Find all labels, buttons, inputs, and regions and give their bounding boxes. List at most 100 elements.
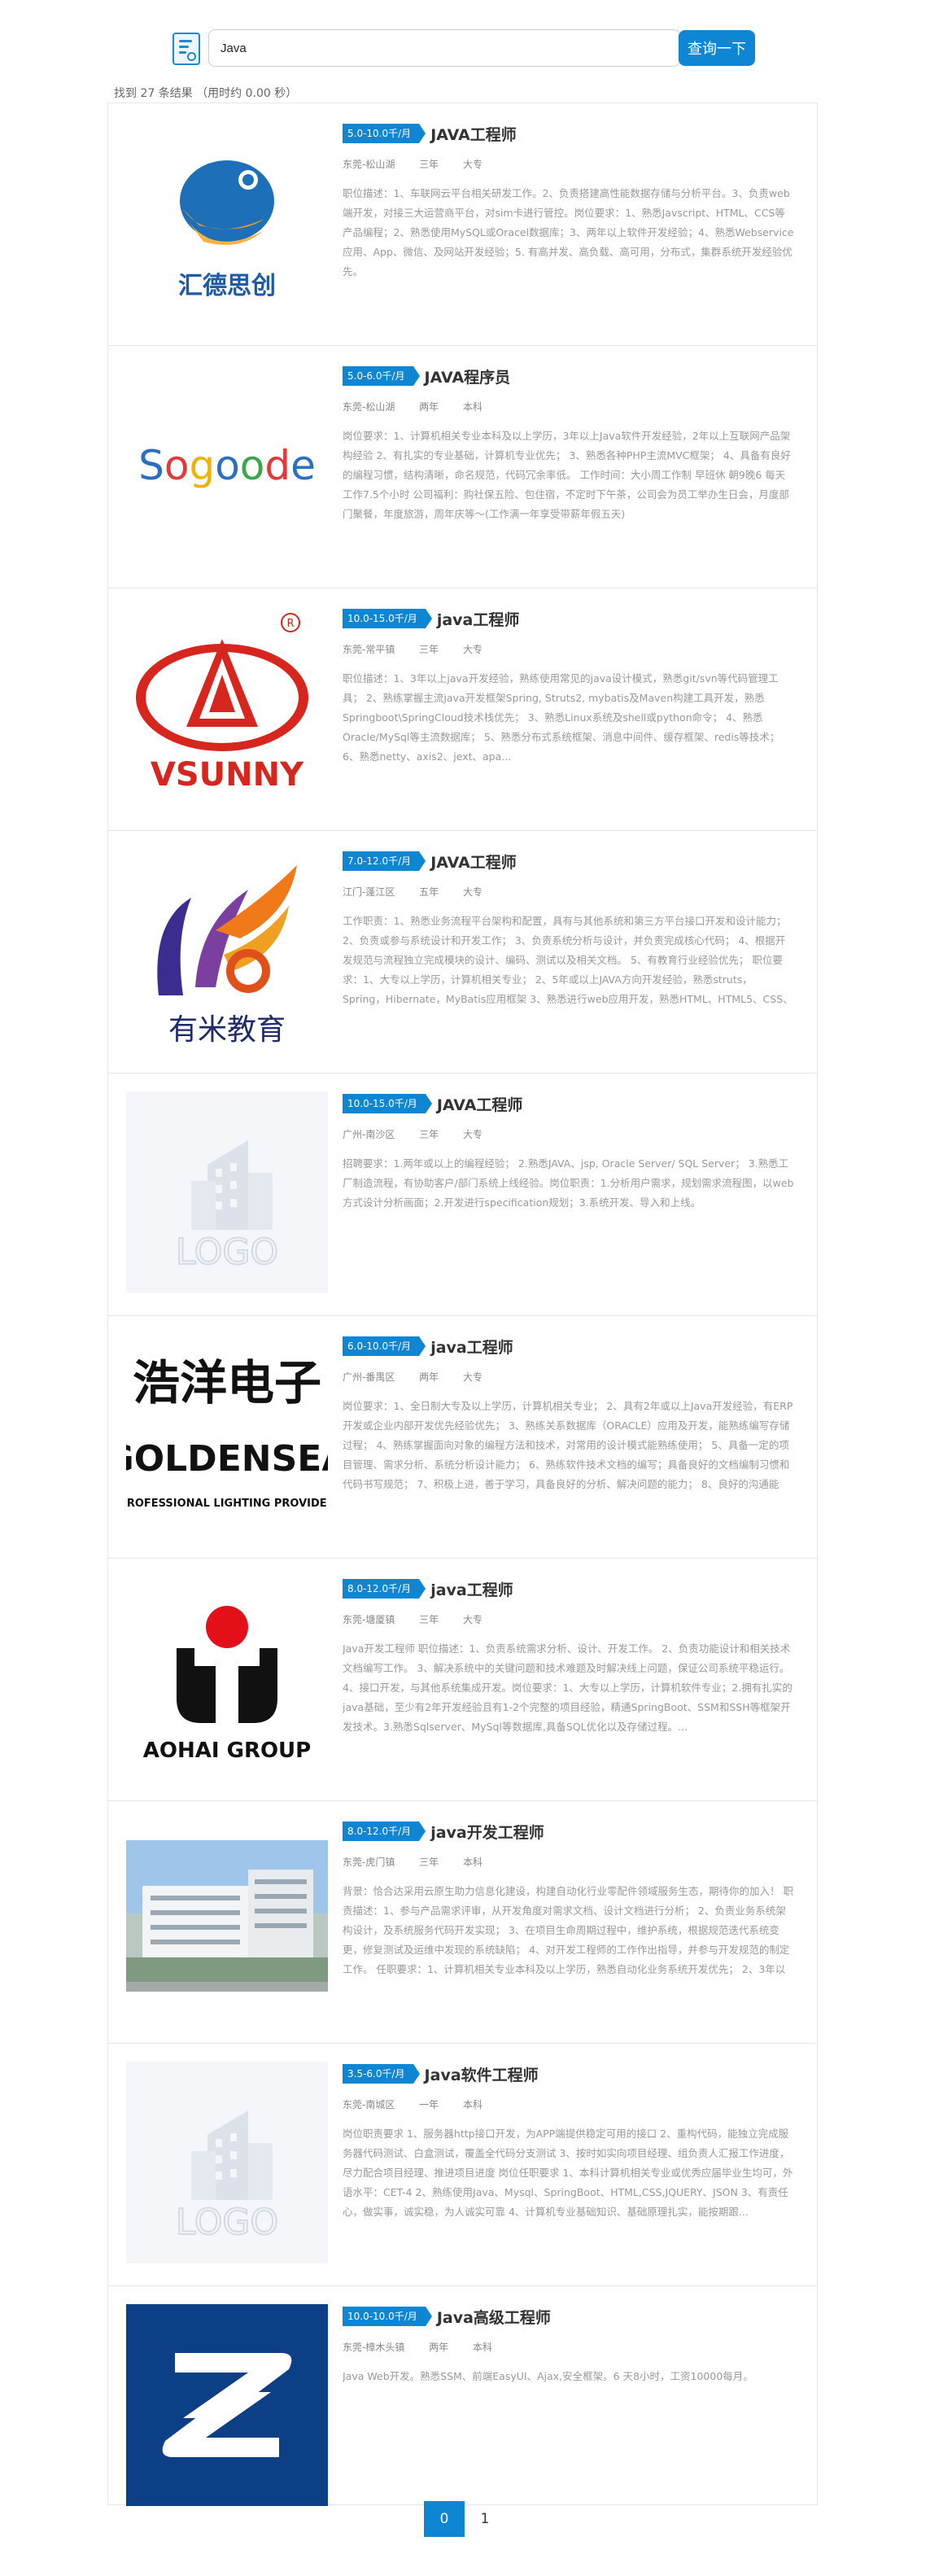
job-location: 东莞-松山湖 [343,401,395,413]
svg-text:浩洋电子: 浩洋电子 [133,1355,321,1410]
job-meta: 江门-蓬江区 五年 大专 [343,885,795,899]
page-button-current[interactable]: 0 [424,2501,465,2537]
job-education: 大专 [463,1371,483,1383]
job-info: 8.0-12.0千/月 java开发工程师 东莞-虎门镇 三年 本科 背景：恰合… [343,1819,795,1979]
job-description: 职位描述：1、3年以上java开发经验，熟练使用常见的java设计模式，熟悉gi… [343,672,780,763]
job-info: 5.0-6.0千/月 JAVA程序员 东莞-松山湖 两年 本科 岗位要求：1、计… [343,364,795,524]
job-education: 大专 [463,644,483,655]
company-logo[interactable]: 汇德思创 [126,121,328,323]
job-title[interactable]: java工程师 [437,608,520,630]
job-education: 大专 [463,1129,483,1140]
page-button-next[interactable]: 1 [465,2501,505,2537]
job-experience: 两年 [419,1371,439,1383]
job-item[interactable]: R VSUNNY 10.0-15.0千/月 java工程师 东莞-常平镇 三年 … [108,588,817,831]
job-education: 大专 [463,159,483,170]
placeholder-logo-text: LOGO [176,2202,278,2243]
job-education: 本科 [473,2342,493,2353]
job-meta: 东莞-常平镇 三年 大专 [343,642,795,656]
job-title[interactable]: java开发工程师 [430,1821,544,1843]
salary-tag: 5.0-6.0千/月 [343,366,420,386]
job-item[interactable]: AOHAI GROUP 8.0-12.0千/月 java工程师 东莞-塘厦镇 三… [108,1559,817,1801]
job-item[interactable]: 8.0-12.0千/月 java开发工程师 东莞-虎门镇 三年 本科 背景：恰合… [108,1801,817,2044]
salary-tag: 10.0-15.0千/月 [343,609,432,628]
job-title[interactable]: java工程师 [430,1336,513,1358]
job-meta: 东莞-塘厦镇 三年 大专 [343,1612,795,1626]
job-title[interactable]: Java高级工程师 [437,2306,551,2328]
job-info: 8.0-12.0千/月 java工程师 东莞-塘厦镇 三年 大专 Java开发工… [343,1577,795,1737]
placeholder-logo-text: LOGO [176,1231,278,1273]
job-education: 大专 [463,1614,483,1625]
job-experience: 五年 [419,886,439,898]
salary-tag: 5.0-10.0千/月 [343,124,426,143]
job-info: 10.0-15.0千/月 JAVA工程师 广州-南沙区 三年 大专 招聘要求：1… [343,1091,795,1252]
salary-tag: 10.0-10.0千/月 [343,2307,432,2326]
salary-tag: 3.5-6.0千/月 [343,2064,420,2084]
company-logo[interactable]: 有米教育 [126,849,328,1051]
job-description: 背景：恰合达采用云原生助力信息化建设，构建自动化行业零配件领域服务生态，期待你的… [343,1885,793,1975]
svg-text:R: R [286,618,294,630]
job-location: 江门-蓬江区 [343,886,395,898]
job-location: 东莞-虎门镇 [343,1857,395,1868]
job-description: Java开发工程师 职位描述：1、负责系统需求分析、设计、开发工作。 2、负责功… [343,1642,792,1733]
job-info: 5.0-10.0千/月 JAVA工程师 东莞-松山湖 三年 大专 职位描述：1、… [343,121,795,282]
company-logo[interactable]: AOHAI GROUP [126,1577,328,1778]
job-description: 岗位要求：1、计算机相关专业本科及以上学历，3年以上Java软件开发经验，2年以… [343,430,791,520]
job-title[interactable]: java工程师 [430,1578,513,1600]
company-name-text: VSUNNY [151,756,304,794]
job-experience: 三年 [419,159,439,170]
job-meta: 东莞-南城区 一年 本科 [343,2097,795,2111]
company-photo[interactable] [126,1819,328,2021]
company-name-text: 有米教育 [168,1013,286,1047]
job-title[interactable]: JAVA程序员 [425,365,511,387]
job-item[interactable]: 浩洋电子 GOLDENSEA PROFESSIONAL LIGHTING PRO… [108,1316,817,1559]
job-item[interactable]: LOGO 10.0-15.0千/月 JAVA工程师 广州-南沙区 三年 大专 招… [108,1074,817,1316]
company-logo[interactable]: Sogoode [126,364,328,566]
company-logo[interactable]: 浩洋电子 GOLDENSEA PROFESSIONAL LIGHTING PRO… [126,1334,328,1536]
salary-tag: 7.0-12.0千/月 [343,851,426,871]
job-location: 广州-南沙区 [343,1129,395,1140]
job-info: 3.5-6.0千/月 Java软件工程师 东莞-南城区 一年 本科 岗位职责要求… [343,2062,795,2222]
job-location: 东莞-常平镇 [343,644,395,655]
job-item[interactable]: Sogoode 5.0-6.0千/月 JAVA程序员 东莞-松山湖 两年 本科 … [108,346,817,588]
job-item[interactable]: LOGO 3.5-6.0千/月 Java软件工程师 东莞-南城区 一年 本科 岗… [108,2044,817,2286]
job-title[interactable]: JAVA工程师 [430,851,517,873]
job-item[interactable]: 汇德思创 5.0-10.0千/月 JAVA工程师 东莞-松山湖 三年 大专 职位… [108,103,817,346]
job-description: 岗位要求：1、全日制大专及以上学历，计算机相关专业； 2、具有2年或以上Java… [343,1400,793,1490]
job-description: Java Web开发。熟悉SSM、前端EasyUI、Ajax,安全框架。6 天8… [343,2370,753,2382]
job-experience: 三年 [419,1129,439,1140]
result-count: 找到 27 条结果 （用时约 0.00 秒） [114,87,298,100]
job-info: 7.0-12.0千/月 JAVA工程师 江门-蓬江区 五年 大专 工作职责：1、… [343,849,795,1009]
job-title[interactable]: JAVA工程师 [430,123,517,145]
job-description: 岗位职责要求 1、服务器http接口开发，为APP端提供稳定可用的接口 2、重构… [343,2128,793,2218]
salary-tag: 8.0-12.0千/月 [343,1579,426,1599]
search-bar: 查询一下 [172,28,755,68]
search-input[interactable] [208,29,680,67]
company-name-text: GOLDENSEA [126,1438,328,1480]
company-logo[interactable]: R VSUNNY [126,606,328,808]
job-meta: 东莞-松山湖 三年 大专 [343,157,795,171]
company-logo-placeholder[interactable]: LOGO [126,2062,328,2263]
job-title[interactable]: Java软件工程师 [425,2063,539,2085]
job-description: 职位描述：1、车联网云平台相关研发工作。2、负责搭建高性能数据存储与分析平台。3… [343,187,794,278]
job-info: 10.0-15.0千/月 java工程师 东莞-常平镇 三年 大专 职位描述：1… [343,606,795,767]
svg-text:Sogoode: Sogoode [138,442,316,489]
svg-text:PROFESSIONAL LIGHTING PROVIDER: PROFESSIONAL LIGHTING PROVIDER [126,1498,328,1510]
job-education: 本科 [463,401,483,413]
salary-tag: 8.0-12.0千/月 [343,1822,426,1841]
job-experience: 两年 [429,2342,449,2353]
job-item[interactable]: 有米教育 7.0-12.0千/月 JAVA工程师 江门-蓬江区 五年 大专 工作… [108,831,817,1074]
company-name-text: 汇德思创 [178,272,276,300]
job-experience: 三年 [419,644,439,655]
search-button[interactable]: 查询一下 [679,30,755,66]
job-meta: 东莞-松山湖 两年 本科 [343,400,795,413]
job-location: 东莞-樟木头镇 [343,2342,405,2353]
site-logo-icon[interactable] [172,33,200,65]
job-experience: 一年 [419,2099,439,2110]
job-location: 东莞-塘厦镇 [343,1614,395,1625]
job-experience: 三年 [419,1614,439,1625]
company-logo-placeholder[interactable]: LOGO [126,1091,328,1293]
company-logo[interactable] [126,2304,328,2506]
job-item[interactable]: 10.0-10.0千/月 Java高级工程师 东莞-樟木头镇 两年 本科 Jav… [108,2286,817,2506]
job-meta: 广州-番禺区 两年 大专 [343,1370,795,1384]
job-title[interactable]: JAVA工程师 [437,1093,523,1115]
